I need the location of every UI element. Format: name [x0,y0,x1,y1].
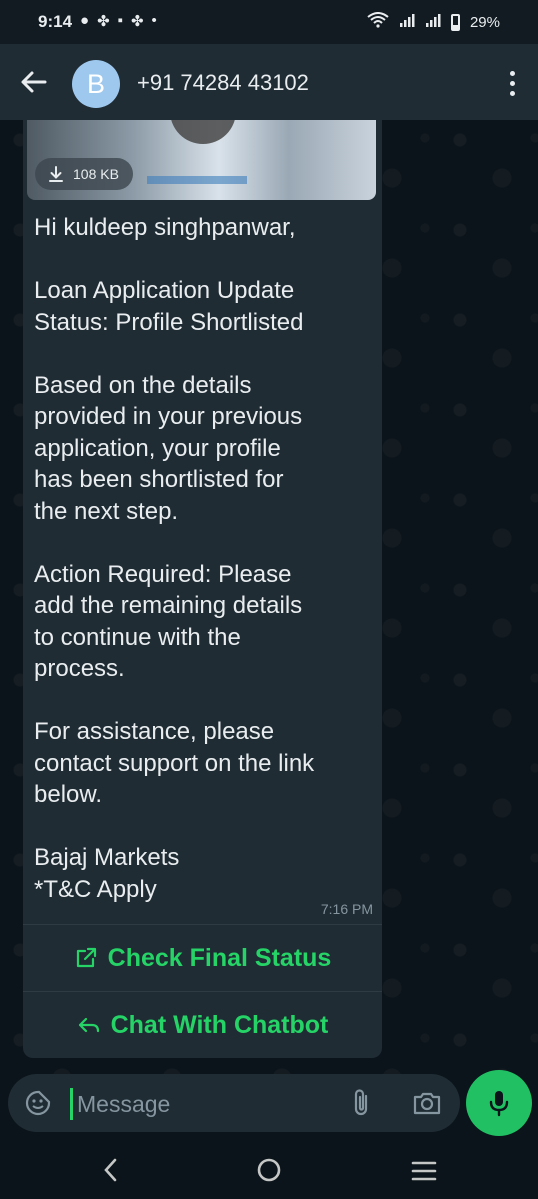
notification-icons: ● ✤ ▪ ✤ • [80,12,157,30]
status-bar: 9:14 ● ✤ ▪ ✤ • 29% [0,0,538,44]
message-time: 7:16 PM [320,901,373,917]
attach-icon[interactable] [348,1088,376,1118]
app-notification-icon-3: ✤ [130,13,144,30]
play-icon[interactable] [170,120,236,144]
status-time: 9:14 [38,12,73,31]
back-arrow-icon[interactable] [18,66,50,98]
more-options-icon[interactable] [504,68,520,98]
system-nav-bar [0,1141,538,1199]
download-icon [49,166,63,182]
check-final-status-button[interactable]: Check Final Status [23,924,382,991]
more-notifications-icon: • [151,12,157,29]
nav-home-icon[interactable] [256,1157,282,1183]
contact-name[interactable]: +91 74284 43102 [137,70,309,96]
download-button[interactable]: 108 KB [35,158,133,190]
reply-icon [78,1017,99,1033]
wifi-icon [367,12,389,32]
battery-icon [450,13,460,31]
chat-area[interactable]: 108 KB Hi kuldeep singhpanwar, Loan Appl… [0,120,538,1074]
signal-icon-2 [425,12,441,32]
download-size: 108 KB [73,166,119,182]
message-text: Hi kuldeep singhpanwar, Loan Application… [34,214,315,903]
message-bubble: 108 KB Hi kuldeep singhpanwar, Loan Appl… [23,120,382,1058]
sticker-icon[interactable] [24,1089,52,1117]
app-notification-icon-2: ▪ [117,12,123,29]
system-icons: 29% [367,12,500,32]
chat-header: B +91 74284 43102 [0,44,538,120]
avatar[interactable]: B [72,60,120,108]
nav-recents-icon[interactable] [410,1159,438,1183]
external-link-icon [76,947,96,968]
message-input[interactable] [70,1088,339,1120]
camera-icon[interactable] [412,1089,442,1117]
chat-with-chatbot-label: Chat With Chatbot [110,1010,329,1039]
media-thumbnail[interactable]: 108 KB [27,120,376,200]
nav-back-icon[interactable] [98,1157,124,1183]
check-final-status-label: Check Final Status [107,943,332,972]
signal-icon [399,12,415,32]
chat-notification-icon: ● [80,12,90,29]
mic-icon [489,1091,509,1117]
media-preview-detail [147,176,247,184]
chat-with-chatbot-button[interactable]: Chat With Chatbot [23,991,382,1058]
message-composer [8,1074,460,1132]
battery-level: 29% [469,13,500,31]
app-notification-icon: ✤ [97,13,110,30]
mic-button[interactable] [466,1070,532,1136]
